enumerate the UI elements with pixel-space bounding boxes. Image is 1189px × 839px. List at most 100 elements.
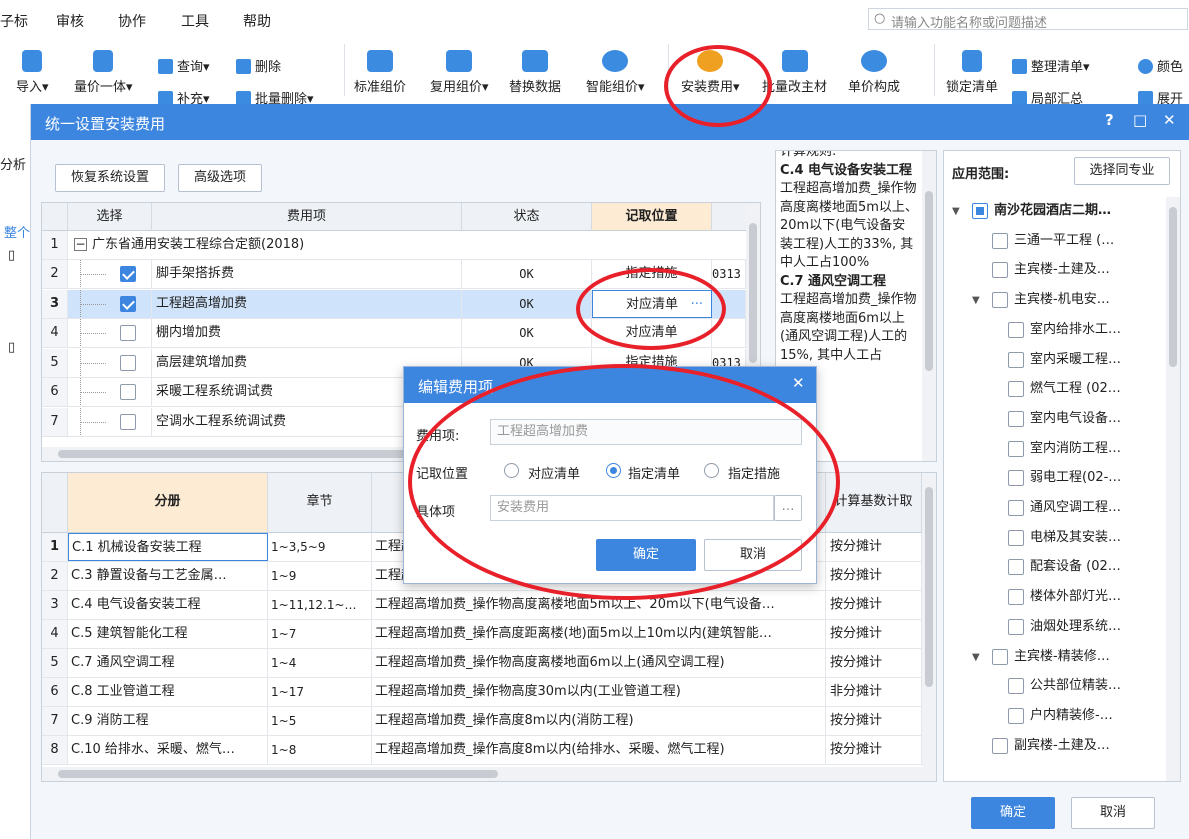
menu-item-review[interactable]: 审核 (56, 11, 84, 31)
table-row[interactable]: 4 C.5 建筑智能化工程 1~7 工程超高增加费_操作高度距离楼(地)面5m以上10… (42, 620, 936, 649)
table-row[interactable]: 7 C.9 消防工程 1~5 工程超高增加费_操作高度8m以内(消防工程) 按分摊计 (42, 707, 936, 736)
book-cell[interactable]: C.9 消防工程 (68, 707, 268, 735)
table-row[interactable]: 3 C.4 电气设备安装工程 1~11,12.1~… 工程超高增加费_操作物高度离楼地… (42, 591, 936, 620)
vertical-scrollbar[interactable] (922, 151, 936, 461)
color-button[interactable]: 颜色 (1138, 56, 1183, 75)
radio-specified-measure[interactable] (704, 463, 719, 478)
scope-checkbox[interactable] (1008, 440, 1024, 457)
scope-tree-item[interactable]: 配套设备 (02… (952, 557, 1162, 583)
select-checkbox[interactable] (120, 413, 136, 430)
table-row[interactable]: 5 C.7 通风空调工程 1~4 工程超高增加费_操作物高度离楼地面6m以上(通风空调… (42, 649, 936, 678)
scope-checkbox[interactable] (1008, 470, 1024, 487)
lock-list-button[interactable]: 锁定清单 (946, 50, 998, 95)
book-cell[interactable]: C.1 机械设备安装工程 (68, 533, 268, 561)
reuse-price-button[interactable]: 复用组价▾ (430, 50, 489, 95)
scope-tree-item[interactable]: 公共部位精装… (952, 676, 1162, 702)
query-button[interactable]: 查询▾ (158, 56, 210, 75)
scope-checkbox[interactable] (1008, 529, 1024, 546)
radio-specified-list[interactable] (606, 463, 621, 478)
collapse-icon[interactable]: − (74, 238, 87, 251)
expand-arrow-icon[interactable]: ▼ (972, 648, 980, 668)
scope-tree-item[interactable]: 弱电工程(02-… (952, 468, 1162, 494)
scope-tree-item[interactable]: 室内电气设备… (952, 409, 1162, 435)
install-fee-button[interactable]: 安装费用▾ (681, 50, 740, 95)
scope-checkbox[interactable] (1008, 618, 1024, 635)
close-icon[interactable]: ✕ (1163, 111, 1176, 129)
dialog-ok-button[interactable]: 确定 (971, 797, 1055, 829)
scope-tree-item[interactable]: ▼ 南沙花园酒店二期… (952, 201, 1162, 227)
book-cell[interactable]: C.7 通风空调工程 (68, 649, 268, 677)
scope-tree-item[interactable]: 副宾楼-土建及… (952, 736, 1162, 762)
position-cell[interactable]: 对应清单 (592, 319, 712, 347)
batch-main-button[interactable]: 批量改主材 (762, 50, 827, 95)
menu-item-help[interactable]: 帮助 (243, 11, 271, 31)
horizontal-scrollbar[interactable] (42, 767, 936, 781)
replace-data-button[interactable]: 替换数据 (509, 50, 561, 95)
table-row[interactable]: 4 棚内增加费 OK 对应清单 (42, 319, 760, 348)
table-row[interactable]: 3 工程超高增加费 OK 对应清单 ··· (42, 289, 760, 319)
scope-checkbox[interactable] (992, 648, 1008, 665)
scope-tree-item[interactable]: 电梯及其安装… (952, 528, 1162, 554)
std-price-button[interactable]: 标准组价 (354, 50, 406, 95)
browse-button[interactable]: … (774, 495, 802, 521)
scope-checkbox[interactable] (1008, 559, 1024, 576)
select-checkbox[interactable] (120, 325, 136, 341)
scope-checkbox[interactable] (1008, 381, 1024, 398)
edit-cancel-button[interactable]: 取消 (704, 539, 802, 571)
vertical-scrollbar[interactable] (922, 473, 936, 767)
select-checkbox[interactable] (120, 266, 136, 282)
scope-checkbox[interactable] (992, 292, 1008, 309)
sort-list-button[interactable]: 整理清单▾ (1012, 56, 1090, 75)
menu-item-bid[interactable]: 子标 (0, 11, 28, 31)
scope-tree-item[interactable]: ▼ 主宾楼-精装修… (952, 647, 1162, 673)
scope-checkbox[interactable] (972, 203, 988, 219)
scope-checkbox[interactable] (992, 232, 1008, 249)
dialog-cancel-button[interactable]: 取消 (1071, 797, 1155, 829)
expand-arrow-icon[interactable]: ▼ (972, 291, 980, 311)
table-row[interactable]: 8 C.10 给排水、采暖、燃气… 1~8 工程超高增加费_操作高度8m以内(给排水、… (42, 736, 936, 765)
function-search[interactable]: ○ 请输入功能名称或问题描述 (868, 8, 1188, 31)
radio-corresponding-list[interactable] (504, 463, 519, 478)
scope-checkbox[interactable] (992, 737, 1008, 754)
merge-price-button[interactable]: 量价一体▾ (74, 50, 133, 95)
position-cell[interactable]: 对应清单 ··· (592, 289, 712, 318)
scope-checkbox[interactable] (1008, 678, 1024, 695)
close-icon[interactable]: ✕ (792, 374, 805, 392)
scope-checkbox[interactable] (992, 262, 1008, 279)
menu-item-tools[interactable]: 工具 (181, 11, 209, 31)
scope-tree-item[interactable]: 室内采暖工程… (952, 350, 1162, 376)
book-cell[interactable]: C.3 静置设备与工艺金属… (68, 562, 268, 590)
scope-checkbox[interactable] (1008, 707, 1024, 724)
book-cell[interactable]: C.10 给排水、采暖、燃气… (68, 736, 268, 764)
scope-tree-item[interactable]: 户内精装修-… (952, 706, 1162, 732)
scope-tree-item[interactable]: 室内消防工程… (952, 439, 1162, 465)
scope-checkbox[interactable] (1008, 500, 1024, 516)
more-icon[interactable]: ··· (691, 291, 703, 317)
specific-item-input[interactable]: 安装费用 (490, 495, 774, 521)
smart-price-button[interactable]: 智能组价▾ (586, 50, 645, 95)
scope-checkbox[interactable] (1008, 589, 1024, 606)
advanced-options-button[interactable]: 高级选项 (178, 164, 262, 192)
book-cell[interactable]: C.4 电气设备安装工程 (68, 591, 268, 619)
help-icon[interactable]: ? (1105, 111, 1114, 129)
delete-button[interactable]: 删除 (236, 56, 281, 75)
restore-system-button[interactable]: 恢复系统设置 (55, 164, 165, 192)
table-row[interactable]: 2 脚手架搭拆费 OK 指定措施 0313 (42, 260, 760, 289)
unit-price-button[interactable]: 单价构成 (848, 50, 900, 95)
scope-tree-item[interactable]: 通风空调工程… (952, 498, 1162, 524)
scope-checkbox[interactable] (1008, 321, 1024, 338)
table-row[interactable]: 1 − 广东省通用安装工程综合定额(2018) (42, 231, 760, 260)
scope-tree-item[interactable]: 室内给排水工… (952, 320, 1162, 346)
scope-tree-item[interactable]: 楼体外部灯光… (952, 587, 1162, 613)
import-button[interactable]: 导入▾ (16, 50, 49, 95)
table-row[interactable]: 6 C.8 工业管道工程 1~17 工程超高增加费_操作物高度30m以内(工业管道工程… (42, 678, 936, 707)
menu-item-collab[interactable]: 协作 (118, 11, 146, 31)
expand-arrow-icon[interactable]: ▼ (952, 202, 960, 222)
scope-tree-item[interactable]: 三通一平工程 (… (952, 231, 1162, 257)
edit-ok-button[interactable]: 确定 (596, 539, 696, 571)
vertical-scrollbar[interactable] (1166, 197, 1180, 781)
scope-tree-item[interactable]: 油烟处理系统… (952, 617, 1162, 643)
book-cell[interactable]: C.8 工业管道工程 (68, 678, 268, 706)
scope-checkbox[interactable] (1008, 351, 1024, 368)
scope-tree-item[interactable]: 主宾楼-土建及… (952, 260, 1162, 286)
